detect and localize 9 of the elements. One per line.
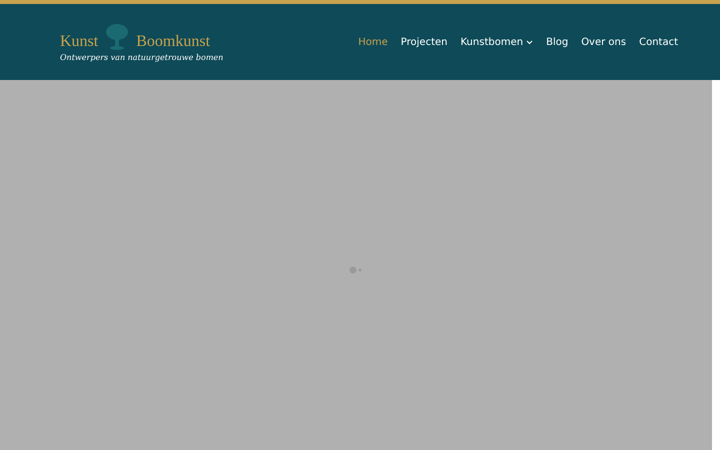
- nav-link[interactable]: Blog: [546, 36, 568, 48]
- nav-link[interactable]: Contact: [639, 36, 678, 48]
- nav-link[interactable]: Kunstbomen: [460, 36, 534, 48]
- logo-text: Boomkunst: [136, 32, 210, 50]
- logo-tagline: Ontwerpers van natuurgetrouwe bomen: [60, 52, 224, 62]
- logo-text: Kunst: [60, 32, 98, 50]
- nav-link[interactable]: Over ons: [581, 36, 626, 48]
- nav-link[interactable]: Projecten: [400, 36, 448, 48]
- nav-link[interactable]: Home: [358, 36, 388, 48]
